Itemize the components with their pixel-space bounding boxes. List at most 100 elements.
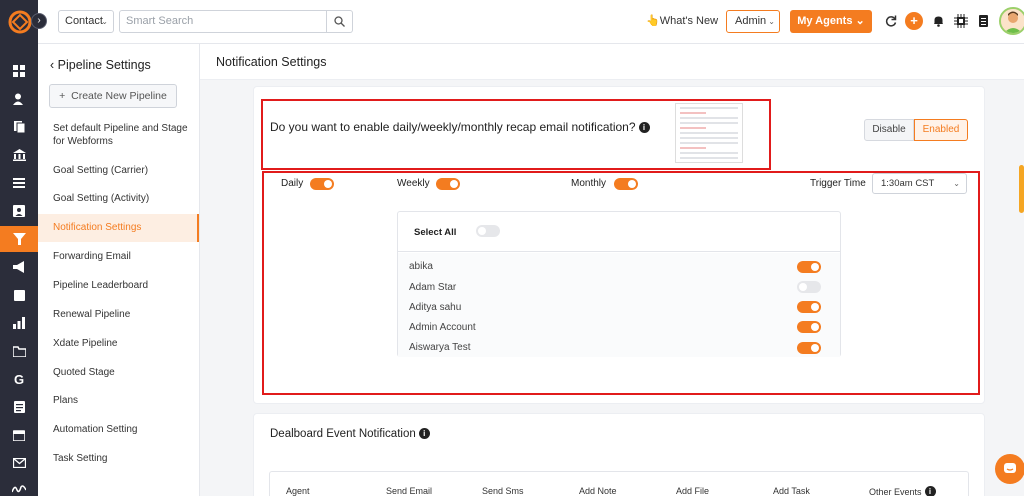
agent-name: Adam Star	[409, 282, 457, 293]
dealboard-table	[269, 471, 969, 496]
sidebar-item-xdate-pipeline[interactable]: Xdate Pipeline	[38, 337, 199, 350]
agent-name: Admin Account	[409, 322, 476, 333]
report-preview-thumbnail[interactable]	[675, 103, 743, 163]
document-icon[interactable]	[974, 12, 992, 30]
column-header: Add Note	[579, 486, 617, 496]
back-to-pipeline-settings[interactable]: ‹ Pipeline Settings	[50, 58, 151, 72]
chevron-left-icon: ‹	[50, 58, 55, 72]
agent-selection-box: Select All	[397, 211, 841, 357]
create-new-pipeline-button[interactable]: + Create New Pipeline	[49, 84, 177, 108]
id-card-icon[interactable]	[0, 198, 38, 224]
sidebar-item-plans[interactable]: Plans	[38, 394, 199, 407]
sidebar-item-forwarding-email[interactable]: Forwarding Email	[38, 250, 199, 263]
my-agents-button[interactable]: My Agents ⌄	[790, 10, 872, 33]
bank-icon[interactable]	[0, 142, 38, 168]
info-icon[interactable]: i	[638, 122, 650, 133]
weekly-toggle[interactable]	[436, 178, 460, 190]
app-logo-icon[interactable]	[8, 10, 32, 34]
select-all-row: Select All	[398, 212, 840, 252]
other-events-label: Other Events	[869, 487, 922, 496]
chevron-down-icon: ⌄	[953, 179, 960, 188]
refresh-icon[interactable]	[882, 12, 900, 30]
add-icon[interactable]: +	[905, 12, 923, 30]
info-icon[interactable]: i	[418, 428, 430, 439]
calendar-icon[interactable]	[0, 422, 38, 448]
analytics-icon[interactable]	[0, 310, 38, 336]
chat-button[interactable]	[995, 454, 1024, 484]
agent-toggle[interactable]	[797, 281, 821, 293]
chat-icon	[1004, 463, 1016, 473]
smart-search-input[interactable]: Smart Search	[119, 10, 327, 33]
plus-icon: +	[59, 90, 66, 102]
column-header: Add Task	[773, 486, 810, 496]
trigger-time-label: Trigger Time	[810, 178, 866, 189]
icon-rail: › G	[0, 0, 47, 496]
bell-icon[interactable]	[929, 12, 947, 30]
whats-new-link[interactable]: 👆What's New	[646, 14, 718, 27]
chevron-down-icon: ⌄	[101, 17, 108, 26]
agent-toggle[interactable]	[797, 342, 821, 354]
enabled-button[interactable]: Enabled	[914, 119, 968, 141]
agent-toggle[interactable]	[797, 321, 821, 333]
trigger-time-value: 1:30am CST	[881, 178, 935, 189]
select-all-toggle[interactable]	[476, 225, 500, 237]
disable-button[interactable]: Disable	[864, 119, 914, 141]
sidebar-item-goal-activity[interactable]: Goal Setting (Activity)	[38, 192, 199, 205]
megaphone-icon[interactable]	[0, 254, 38, 280]
sidebar-item-goal-carrier[interactable]: Goal Setting (Carrier)	[38, 164, 199, 177]
column-header: Add File	[676, 486, 710, 496]
sidebar-item-automation-setting[interactable]: Automation Setting	[38, 423, 199, 436]
monthly-toggle[interactable]	[614, 178, 638, 190]
recap-question-text: Do you want to enable daily/weekly/month…	[270, 120, 636, 134]
context-select[interactable]: Contact ⌄	[58, 10, 114, 33]
weekly-label: Weekly	[397, 178, 430, 189]
trigger-time-select[interactable]: 1:30am CST ⌄	[872, 173, 967, 194]
column-header: Send Email	[386, 486, 433, 496]
column-header: Other Events i	[869, 486, 936, 496]
contacts-icon[interactable]	[0, 86, 38, 112]
documents-icon[interactable]	[0, 114, 38, 140]
user-avatar[interactable]	[999, 7, 1024, 35]
monthly-label: Monthly	[571, 178, 607, 189]
folder-icon[interactable]	[0, 338, 38, 364]
sidebar-item-task-setting[interactable]: Task Setting	[38, 452, 199, 465]
sidebar-item-pipeline-leaderboard[interactable]: Pipeline Leaderboard	[38, 279, 199, 292]
scrollbar-handle[interactable]	[1019, 165, 1024, 213]
page-title: Notification Settings	[216, 55, 327, 69]
sidebar-item-renewal-pipeline[interactable]: Renewal Pipeline	[38, 308, 199, 321]
top-bar: Contact ⌄ Smart Search 👆What's New Admin…	[38, 0, 1024, 44]
daily-label: Daily	[281, 178, 304, 189]
agent-name: Aiswarya Test	[409, 342, 471, 353]
dealboard-title-text: Dealboard Event Notification	[270, 428, 416, 440]
sidebar-item-default-pipeline[interactable]: Set default Pipeline and Stage for Webfo…	[38, 122, 199, 148]
chip-icon[interactable]	[952, 12, 970, 30]
agent-toggle[interactable]	[797, 301, 821, 313]
my-agents-label: My Agents	[797, 15, 853, 27]
report-icon[interactable]	[0, 282, 38, 308]
context-select-value: Contact	[65, 15, 103, 27]
mail-icon[interactable]	[0, 450, 38, 476]
google-icon[interactable]: G	[0, 366, 38, 392]
search-button[interactable]	[327, 10, 353, 33]
dealboard-title: Dealboard Event Notification i	[270, 428, 430, 440]
signature-icon[interactable]	[0, 476, 38, 496]
dashboard-icon[interactable]	[0, 58, 38, 84]
admin-select-value: Admin	[735, 15, 767, 27]
sidebar-title: Pipeline Settings	[57, 58, 151, 72]
whats-new-label: What's New	[659, 15, 719, 27]
admin-select[interactable]: Admin ⌄	[726, 10, 780, 33]
info-icon[interactable]: i	[924, 486, 936, 496]
chevron-down-icon: ⌄	[768, 17, 775, 26]
list-icon[interactable]	[0, 170, 38, 196]
recap-question: Do you want to enable daily/weekly/month…	[270, 120, 650, 134]
expand-sidebar-icon[interactable]: ›	[31, 13, 47, 29]
notes-icon[interactable]	[0, 394, 38, 420]
daily-toggle[interactable]	[310, 178, 334, 190]
column-header: Agent	[286, 486, 310, 496]
pipeline-funnel-icon[interactable]	[0, 226, 38, 252]
content-header: Notification Settings	[200, 44, 1024, 80]
sidebar-item-quoted-stage[interactable]: Quoted Stage	[38, 366, 199, 379]
sidebar-item-notification-settings[interactable]: Notification Settings	[38, 214, 199, 242]
select-all-label: Select All	[414, 227, 457, 238]
agent-toggle[interactable]	[797, 261, 821, 273]
